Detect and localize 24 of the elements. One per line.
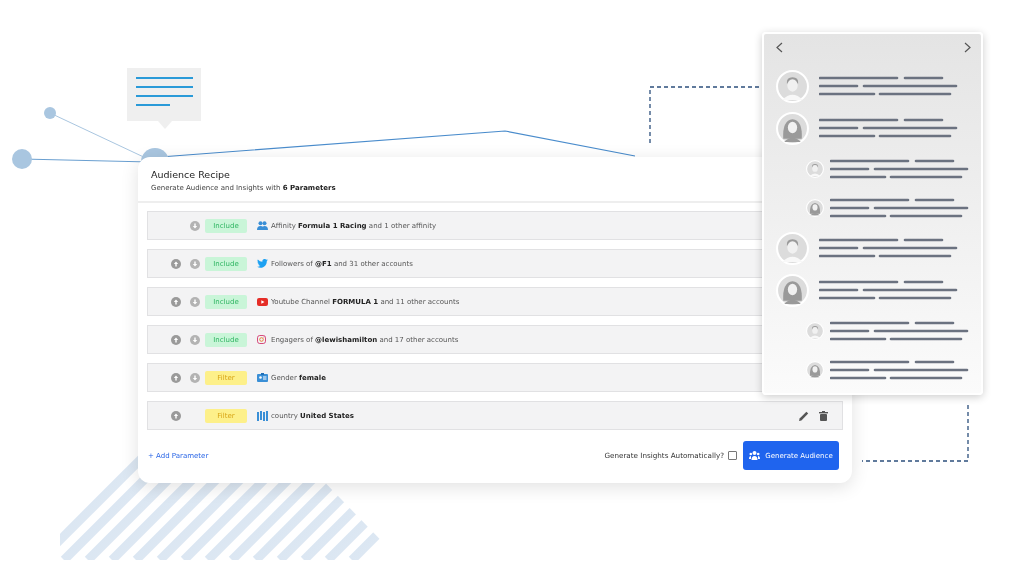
move-up-icon[interactable] bbox=[171, 258, 181, 269]
play-icon bbox=[257, 297, 268, 306]
delete-icon[interactable] bbox=[819, 410, 828, 421]
people-icon bbox=[257, 221, 268, 230]
move-down-icon[interactable] bbox=[190, 372, 200, 383]
move-up-icon[interactable] bbox=[171, 372, 181, 383]
move-down-icon[interactable] bbox=[190, 258, 200, 269]
speech-bubble-icon bbox=[127, 68, 201, 129]
move-up-icon[interactable] bbox=[171, 410, 181, 421]
move-up-icon[interactable] bbox=[171, 296, 181, 307]
move-down-icon[interactable] bbox=[190, 334, 200, 345]
auto-insights-checkbox[interactable] bbox=[728, 451, 737, 460]
move-up-icon[interactable] bbox=[171, 334, 181, 345]
bird-icon bbox=[257, 259, 268, 268]
previous-icon[interactable] bbox=[776, 42, 783, 53]
group-icon bbox=[749, 451, 761, 460]
id-card-icon bbox=[257, 373, 268, 382]
bars-icon bbox=[257, 410, 268, 421]
move-down-icon[interactable] bbox=[190, 296, 200, 307]
card-title: Audience Recipe bbox=[151, 169, 231, 180]
move-down-icon[interactable] bbox=[190, 220, 200, 231]
camera-icon bbox=[257, 335, 266, 344]
next-icon[interactable] bbox=[964, 42, 971, 53]
edit-icon[interactable] bbox=[799, 410, 809, 421]
